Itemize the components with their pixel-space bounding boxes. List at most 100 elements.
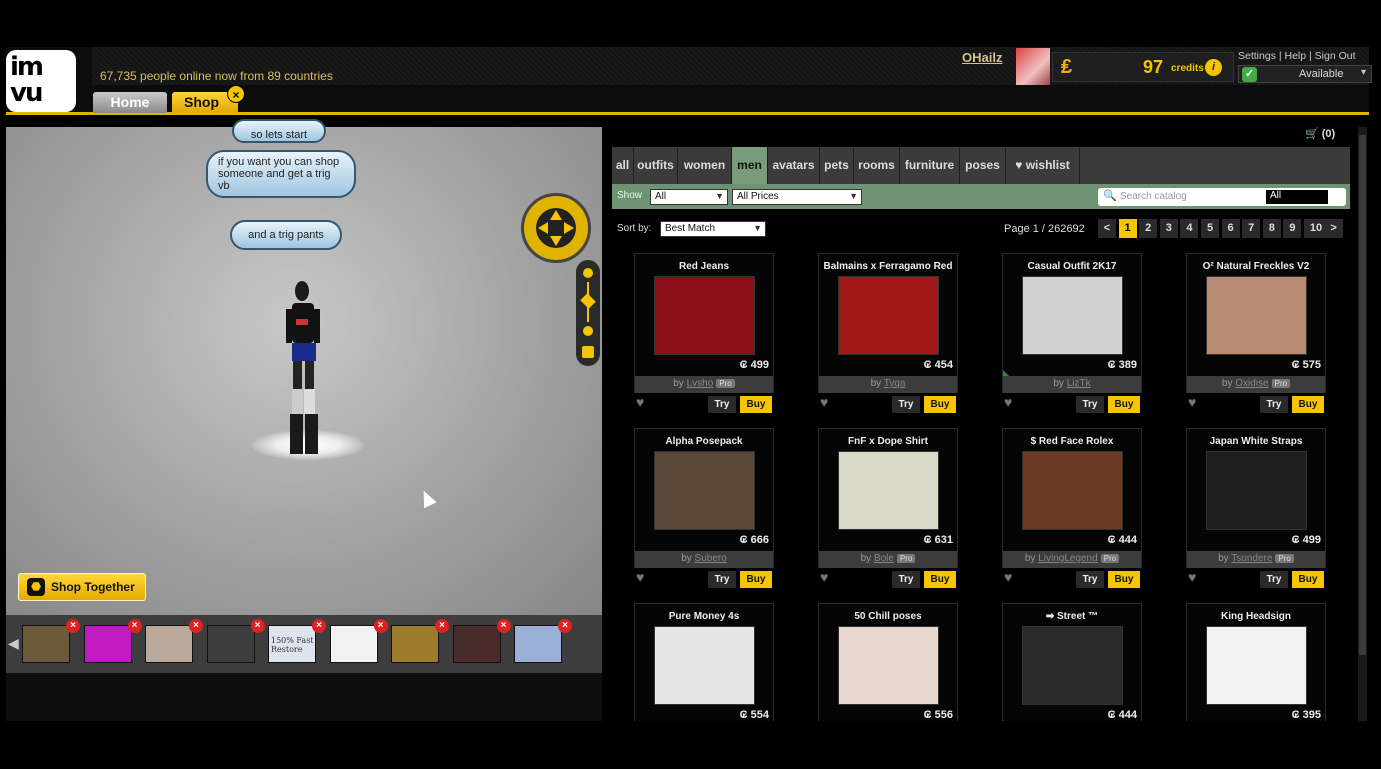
creator-link[interactable]: LivingLegend	[1038, 553, 1098, 564]
buy-button[interactable]: Buy	[1108, 396, 1140, 413]
remove-item-icon[interactable]: ×	[496, 619, 511, 633]
creator-link[interactable]: Tyqa	[884, 378, 906, 389]
product-title[interactable]: King Headsign	[1187, 611, 1325, 622]
product-image[interactable]	[1206, 276, 1307, 355]
price-filter-select[interactable]: All Prices ▼	[732, 189, 862, 205]
product-card[interactable]: King Headsign ₢ 395	[1186, 603, 1326, 721]
product-title[interactable]: ➡ Street ™	[1003, 611, 1141, 622]
creator-link[interactable]: Lvsho	[687, 378, 714, 389]
product-card[interactable]: Alpha Posepack ₢ 666 by Subero	[634, 428, 774, 568]
product-title[interactable]: O² Natural Freckles V2	[1187, 261, 1325, 272]
product-image[interactable]	[1206, 626, 1307, 705]
scroll-left-icon[interactable]: ◀	[8, 635, 19, 652]
wishlist-heart-icon[interactable]: ♥	[820, 569, 828, 585]
search-input[interactable]: Search catalog	[1120, 191, 1187, 202]
product-title[interactable]: Alpha Posepack	[635, 436, 773, 447]
prev-page-button[interactable]: <	[1098, 219, 1116, 238]
product-card[interactable]: Red Jeans ₢ 499 by Lvsho Pro	[634, 253, 774, 393]
buy-button[interactable]: Buy	[924, 571, 956, 588]
tab-furniture[interactable]: furniture	[900, 147, 960, 184]
tab-outfits[interactable]: outfits	[634, 147, 678, 184]
wishlist-heart-icon[interactable]: ♥	[1004, 569, 1012, 585]
page-2-button[interactable]: 2	[1139, 219, 1158, 238]
try-button[interactable]: Try	[1260, 571, 1288, 588]
remove-item-icon[interactable]: ×	[189, 619, 203, 633]
fullscreen-icon[interactable]	[582, 346, 594, 358]
buy-button[interactable]: Buy	[1292, 396, 1324, 413]
recent-item-thumb[interactable]	[206, 625, 255, 663]
try-button[interactable]: Try	[708, 396, 736, 413]
page-4-button[interactable]: 4	[1180, 219, 1199, 238]
product-title[interactable]: Pure Money 4s	[635, 611, 773, 622]
recent-item-thumb[interactable]	[22, 625, 70, 663]
zoom-out-icon[interactable]	[583, 326, 593, 336]
search-box[interactable]: 🔍 Search catalog All	[1098, 188, 1346, 206]
tab-poses[interactable]: poses	[960, 147, 1006, 184]
user-avatar[interactable]	[1016, 48, 1050, 85]
tab-home[interactable]: Home	[93, 92, 167, 113]
recent-item-thumb[interactable]	[514, 625, 562, 663]
buy-button[interactable]: Buy	[924, 396, 956, 413]
try-button[interactable]: Try	[892, 571, 920, 588]
product-image[interactable]	[1022, 276, 1123, 355]
product-image[interactable]	[654, 451, 755, 530]
wishlist-heart-icon[interactable]: ♥	[1188, 569, 1196, 585]
scrollbar-thumb[interactable]	[1359, 135, 1366, 655]
product-image[interactable]	[654, 626, 755, 705]
tab-all[interactable]: all	[612, 147, 634, 184]
product-card[interactable]: ➡ Street ™ ₢ 444	[1002, 603, 1142, 721]
remove-item-icon[interactable]: ×	[312, 619, 326, 633]
recent-item-thumb[interactable]: SHIT SON!	[452, 625, 501, 663]
recent-item-thumb[interactable]	[391, 625, 439, 663]
zoom-slider[interactable]	[576, 260, 600, 366]
creator-link[interactable]: Tsundere	[1231, 553, 1272, 564]
sort-select[interactable]: Best Match ▼	[660, 221, 766, 237]
buy-button[interactable]: Buy	[740, 396, 772, 413]
buy-button[interactable]: Buy	[1108, 571, 1140, 588]
remove-item-icon[interactable]: ×	[127, 619, 142, 633]
next-page-button[interactable]: >	[1324, 219, 1343, 238]
try-button[interactable]: Try	[1076, 396, 1104, 413]
try-button[interactable]: Try	[708, 571, 736, 588]
page-3-button[interactable]: 3	[1159, 219, 1178, 238]
page-7-button[interactable]: 7	[1242, 219, 1261, 238]
avatar-scene[interactable]: so lets start if you want you can shop s…	[6, 119, 602, 615]
cart-button[interactable]: 🛒 (0)	[1305, 127, 1335, 140]
creator-link[interactable]: Subero	[695, 553, 727, 564]
product-title[interactable]: $ Red Face Rolex	[1003, 436, 1141, 447]
remove-item-icon[interactable]: ×	[435, 619, 449, 633]
recent-item-thumb[interactable]	[145, 625, 193, 663]
product-title[interactable]: Japan White Straps	[1187, 436, 1325, 447]
product-image[interactable]	[654, 276, 755, 355]
info-icon[interactable]: i	[1205, 59, 1222, 76]
product-title[interactable]: Casual Outfit 2K17	[1003, 261, 1141, 272]
product-image[interactable]	[838, 276, 939, 355]
product-card[interactable]: Balmains x Ferragamo Red ₢ 454 by Tyqa	[818, 253, 958, 393]
shop-together-button[interactable]: ⬣ Shop Together	[18, 573, 146, 601]
page-9-button[interactable]: 9	[1283, 219, 1302, 238]
category-filter-select[interactable]: All ▼	[650, 189, 728, 205]
product-image[interactable]	[1022, 451, 1123, 530]
username-link[interactable]: OHailz	[962, 50, 1002, 65]
wishlist-heart-icon[interactable]: ♥	[1004, 394, 1012, 410]
credits-box[interactable]: ₤ 97 credits i	[1052, 52, 1234, 82]
product-title[interactable]: 50 Chill poses	[819, 611, 957, 622]
product-card[interactable]: 50 Chill poses ₢ 556	[818, 603, 958, 721]
tab-pets[interactable]: pets	[820, 147, 854, 184]
product-card[interactable]: FnF x Dope Shirt ₢ 631 by Bole Pro	[818, 428, 958, 568]
remove-item-icon[interactable]: ×	[558, 619, 572, 633]
tab-women[interactable]: women	[678, 147, 732, 184]
tab-rooms[interactable]: rooms	[854, 147, 900, 184]
tab-wishlist[interactable]: ♥ wishlist	[1006, 147, 1080, 184]
product-card[interactable]: Casual Outfit 2K17 ₢ 389 by LizTk	[1002, 253, 1142, 393]
creator-link[interactable]: Oxidise	[1235, 378, 1268, 389]
buy-button[interactable]: Buy	[1292, 571, 1324, 588]
imvu-logo[interactable]: im vu	[6, 50, 76, 112]
product-card[interactable]: O² Natural Freckles V2 ₢ 575 by Oxidise Pro	[1186, 253, 1326, 393]
creator-link[interactable]: Bole	[874, 553, 894, 564]
recent-item-thumb[interactable]: 150% Fast Restore	[268, 625, 316, 663]
status-dropdown[interactable]: ✓ Available ▾	[1238, 65, 1372, 83]
page-5-button[interactable]: 5	[1201, 219, 1219, 238]
try-button[interactable]: Try	[892, 396, 920, 413]
product-card[interactable]: Japan White Straps ₢ 499 by Tsundere Pro	[1186, 428, 1326, 568]
